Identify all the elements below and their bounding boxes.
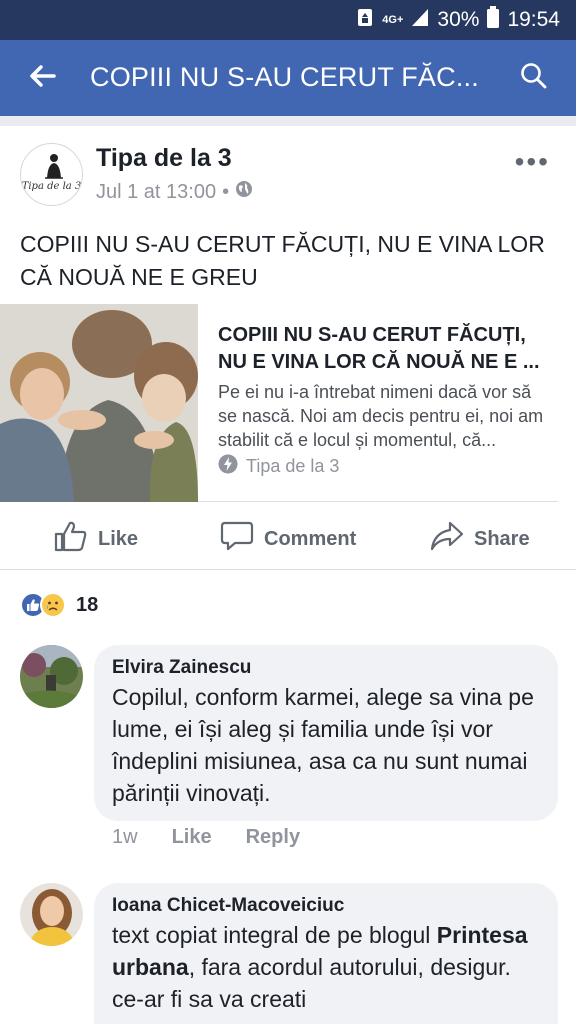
link-preview[interactable]: COPIII NU S-AU CERUT FĂCUȚI, NU E VINA L… bbox=[0, 304, 558, 502]
back-button[interactable] bbox=[18, 54, 66, 102]
like-button[interactable]: Like bbox=[54, 520, 138, 558]
commenter-name[interactable]: Elvira Zainescu bbox=[112, 655, 538, 681]
post-author[interactable]: Tipa de la 3 bbox=[96, 144, 232, 173]
comment-reply-link[interactable]: Reply bbox=[246, 826, 300, 849]
lightning-icon bbox=[218, 454, 238, 479]
share-label: Share bbox=[474, 527, 530, 550]
link-title[interactable]: COPIII NU S-AU CERUT FĂCUȚI, NU E VINA L… bbox=[218, 322, 548, 376]
comment-bubble: Elvira Zainescu Copilul, conform karmei,… bbox=[94, 645, 558, 821]
link-thumbnail bbox=[0, 304, 198, 502]
post-meta: Jul 1 at 13:00 • bbox=[96, 180, 253, 204]
commenter-avatar[interactable] bbox=[20, 645, 83, 708]
comment-bubble: Ioana Chicet-Macoveiciuc text copiat int… bbox=[94, 883, 558, 1024]
sad-reaction-icon bbox=[40, 592, 66, 618]
clock: 19:54 bbox=[507, 8, 560, 31]
search-button[interactable] bbox=[510, 54, 558, 102]
comment-bubble-icon bbox=[220, 520, 254, 558]
link-source-name: Tipa de la 3 bbox=[246, 456, 340, 476]
page-logo-text: Tipa de la 3 bbox=[21, 181, 82, 192]
reactions-summary[interactable]: 18 bbox=[20, 592, 98, 618]
link-source: Tipa de la 3 bbox=[218, 454, 339, 479]
recycle-notification-icon bbox=[356, 7, 374, 33]
post-text: COPIII NU S-AU CERUT FĂCUȚI, NU E VINA L… bbox=[20, 231, 545, 290]
page-avatar[interactable]: Tipa de la 3 bbox=[20, 143, 83, 206]
comment-text: text copiat integral de pe blogul Printe… bbox=[112, 919, 538, 1015]
post-date[interactable]: Jul 1 at 13:00 bbox=[96, 181, 216, 204]
share-button[interactable]: Share bbox=[430, 520, 530, 558]
comment-like-link[interactable]: Like bbox=[172, 826, 212, 849]
reaction-count: 18 bbox=[76, 593, 99, 616]
back-arrow-icon bbox=[28, 64, 56, 93]
comment-label: Comment bbox=[264, 527, 357, 550]
post-actions: Like Comment Share bbox=[0, 508, 576, 570]
silhouette-logo-icon bbox=[45, 154, 63, 179]
comment-time: 1w bbox=[112, 826, 138, 848]
app-bar: COPIII NU S-AU CERUT FĂC... bbox=[0, 40, 576, 116]
commenter-avatar[interactable] bbox=[20, 883, 83, 946]
comment-meta: 1w Like Reply bbox=[112, 826, 300, 849]
commenter-name[interactable]: Ioana Chicet-Macoveiciuc bbox=[112, 893, 538, 919]
comment-text: Copilul, conform karmei, alege sa vina p… bbox=[112, 684, 534, 806]
page-title: COPIII NU S-AU CERUT FĂC... bbox=[90, 62, 479, 92]
post-more-button[interactable]: ••• bbox=[515, 146, 550, 178]
search-icon bbox=[520, 62, 548, 95]
status-bar: 4G+ 30% 19:54 bbox=[0, 0, 576, 40]
signal-icon bbox=[411, 7, 429, 33]
comment-text-part: text copiat integral de pe blogul bbox=[112, 922, 437, 948]
battery-icon bbox=[487, 6, 500, 34]
comment-button[interactable]: Comment bbox=[220, 520, 356, 558]
battery-percent: 30% bbox=[437, 8, 480, 31]
link-description: Pe ei nu i-a întrebat nimeni dacă vor să… bbox=[218, 382, 544, 450]
thumbs-up-icon bbox=[54, 520, 88, 558]
like-label: Like bbox=[98, 527, 139, 550]
network-type: 4G+ bbox=[382, 13, 404, 26]
share-arrow-icon bbox=[430, 520, 464, 558]
meta-separator: • bbox=[222, 180, 230, 203]
globe-icon bbox=[235, 180, 253, 204]
feed-divider bbox=[0, 116, 576, 126]
